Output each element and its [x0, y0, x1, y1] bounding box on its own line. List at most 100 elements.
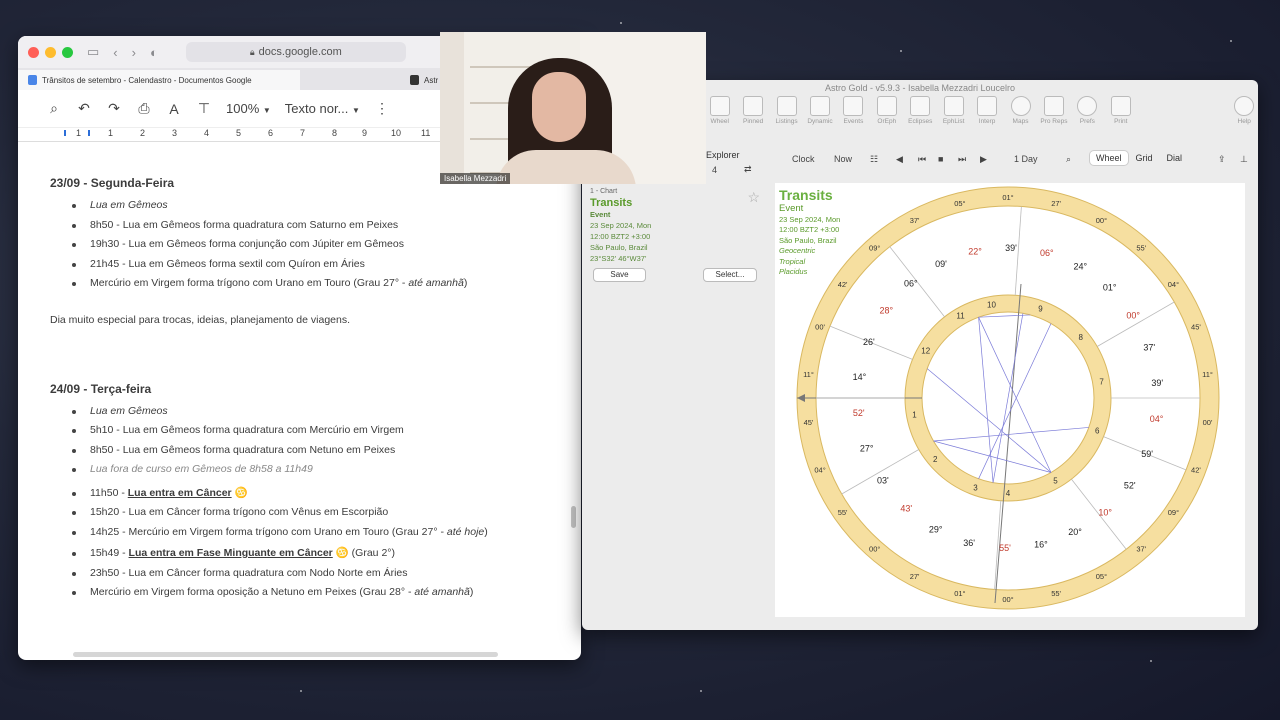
- ruler-indent-marker[interactable]: [88, 130, 90, 136]
- pin-icon[interactable]: ⊥: [1240, 154, 1248, 165]
- stop-icon[interactable]: ■: [938, 154, 943, 164]
- vertical-scrollbar[interactable]: [571, 506, 576, 528]
- tool-ephlist[interactable]: EphList: [940, 96, 967, 125]
- address-text: docs.google.com: [258, 46, 342, 58]
- star: [700, 690, 702, 692]
- chart-coords: 23°S32' 46°W37': [590, 254, 647, 263]
- skip-forward-icon[interactable]: ⏭: [958, 154, 966, 165]
- back-icon[interactable]: ‹: [113, 45, 117, 60]
- settings-icon[interactable]: ☷: [870, 154, 878, 165]
- search-icon[interactable]: ⌕: [1066, 154, 1071, 165]
- ruler-tick: 6: [268, 128, 274, 138]
- zoom-window-button[interactable]: [62, 46, 73, 58]
- more-icon[interactable]: ⋮: [374, 100, 390, 117]
- tool-label: Pinned: [743, 118, 764, 125]
- redo-icon[interactable]: ↷: [106, 100, 122, 117]
- chart-place: São Paulo, Brazil: [590, 243, 648, 252]
- minimize-window-button[interactable]: [45, 46, 56, 58]
- step-back-icon[interactable]: ◀: [896, 154, 903, 165]
- tool-pinned[interactable]: Pinned: [739, 96, 766, 125]
- view-grid[interactable]: Grid: [1130, 151, 1159, 165]
- document-body[interactable]: 23/09 - Segunda-Feira Lua em Gêmeos 8h50…: [18, 142, 581, 603]
- list-item: 14h25 - Mercúrio em Virgem forma trígono…: [50, 523, 581, 543]
- planet-degree-label: 28°: [879, 305, 893, 315]
- spellcheck-icon[interactable]: A: [166, 101, 182, 117]
- planet-degree-label: 37': [1143, 343, 1155, 353]
- planet-degree-label: 06°: [904, 279, 918, 289]
- tool-proreps[interactable]: Pro Reps: [1040, 96, 1067, 125]
- list-item: 15h49 - Lua entra em Fase Minguante em C…: [50, 544, 581, 564]
- cusp-degree-label: 45': [1191, 323, 1201, 332]
- cancer-icon: ♋: [234, 486, 248, 499]
- star-icon[interactable]: ☆: [747, 190, 760, 204]
- select-button[interactable]: Select...: [703, 268, 757, 282]
- tab-docs-label: Trânsitos de setembro - Calendastro - Do…: [42, 75, 252, 85]
- tool-dynamic[interactable]: Dynamic: [806, 96, 833, 125]
- house-number: 2: [933, 455, 938, 464]
- address-bar[interactable]: 🔒︎ docs.google.com: [185, 42, 406, 62]
- sidebar-icon[interactable]: ▭: [87, 44, 99, 60]
- list-item: 8h50 - Lua em Gêmeos forma quadratura co…: [50, 441, 581, 461]
- clock-button[interactable]: Clock: [792, 154, 815, 164]
- planet-degree-label: 04°: [1150, 414, 1164, 424]
- list-item: 23h50 - Lua em Câncer forma quadratura c…: [50, 564, 581, 584]
- house-number: 1: [912, 410, 917, 419]
- paint-format-icon[interactable]: ⊤: [196, 100, 212, 117]
- item-text: Mercúrio em Virgem forma oposição a Netu…: [90, 586, 415, 598]
- item-text-italic: até hoje: [446, 525, 485, 538]
- tool-eclipses[interactable]: Eclipses: [907, 96, 934, 125]
- tool-print[interactable]: Print: [1107, 96, 1134, 125]
- forward-icon[interactable]: ›: [132, 45, 136, 60]
- chart-time: 12:00 BZT2 +3:00: [590, 232, 651, 241]
- tool-prefs[interactable]: Prefs: [1074, 96, 1101, 125]
- cusp-degree-label: 09°: [869, 244, 880, 253]
- cusp-degree-label: 27': [910, 572, 920, 581]
- planet-degree-label: 01°: [1103, 283, 1117, 293]
- view-dial[interactable]: Dial: [1161, 151, 1189, 165]
- close-window-button[interactable]: [28, 46, 39, 58]
- link-lua-entra-cancer[interactable]: Lua entra em Câncer: [128, 487, 232, 499]
- shuffle-icon[interactable]: ⇄: [744, 164, 752, 175]
- now-button[interactable]: Now: [834, 154, 852, 164]
- ruler-indent-marker[interactable]: [64, 130, 66, 136]
- tool-help[interactable]: Help: [1230, 96, 1257, 125]
- tool-interp[interactable]: Interp: [973, 96, 1000, 125]
- rewind-icon[interactable]: ⏮: [918, 154, 926, 165]
- cusp-degree-label: 11°: [1202, 370, 1213, 379]
- horizontal-scrollbar[interactable]: [73, 652, 498, 657]
- docs-icon: [28, 75, 37, 85]
- chevron-down-icon: ▼: [262, 106, 271, 115]
- tool-events[interactable]: Events: [840, 96, 867, 125]
- link-fase-minguante[interactable]: Lua entra em Fase Minguante em Câncer: [129, 547, 333, 559]
- cusp-degree-label: 00': [815, 323, 825, 332]
- undo-icon[interactable]: ↶: [76, 100, 92, 117]
- star: [900, 50, 902, 52]
- chart-area[interactable]: Transits Event 23 Sep 2024, Mon 12:00 BZ…: [775, 183, 1245, 617]
- zoom-select[interactable]: 100% ▼: [226, 101, 271, 116]
- tool-oreph[interactable]: OrEph: [873, 96, 900, 125]
- step-size[interactable]: 1 Day: [1014, 154, 1038, 164]
- shield-icon[interactable]: ◐: [150, 45, 158, 60]
- tool-label: Help: [1237, 118, 1251, 125]
- planet-degree-label: 36': [963, 538, 975, 548]
- planet-degree-label: 22°: [968, 247, 982, 257]
- tab-docs[interactable]: Trânsitos de setembro - Calendastro - Do…: [18, 70, 300, 90]
- tool-listings[interactable]: Listings: [773, 96, 800, 125]
- style-select[interactable]: Texto nor... ▼: [285, 101, 360, 116]
- view-wheel[interactable]: Wheel: [1090, 151, 1128, 165]
- person-face: [532, 72, 586, 142]
- chevron-down-icon: ▼: [352, 106, 360, 115]
- print-icon[interactable]: ⎙: [136, 100, 152, 117]
- search-icon[interactable]: ⌕: [46, 100, 62, 117]
- planet-degree-label: 39': [1151, 378, 1163, 388]
- share-icon[interactable]: ⇪: [1218, 154, 1226, 165]
- item-text: 11h50 -: [90, 486, 128, 499]
- step-forward-icon[interactable]: ▶: [980, 154, 987, 165]
- tool-label: Events: [843, 118, 864, 125]
- save-button[interactable]: Save: [593, 268, 646, 282]
- house-number: 3: [973, 483, 978, 492]
- tool-maps[interactable]: Maps: [1007, 96, 1034, 125]
- tool-wheel[interactable]: Wheel: [706, 96, 733, 125]
- planet-degree-label: 14°: [853, 372, 867, 382]
- cusp-degree-label: 37': [910, 216, 920, 225]
